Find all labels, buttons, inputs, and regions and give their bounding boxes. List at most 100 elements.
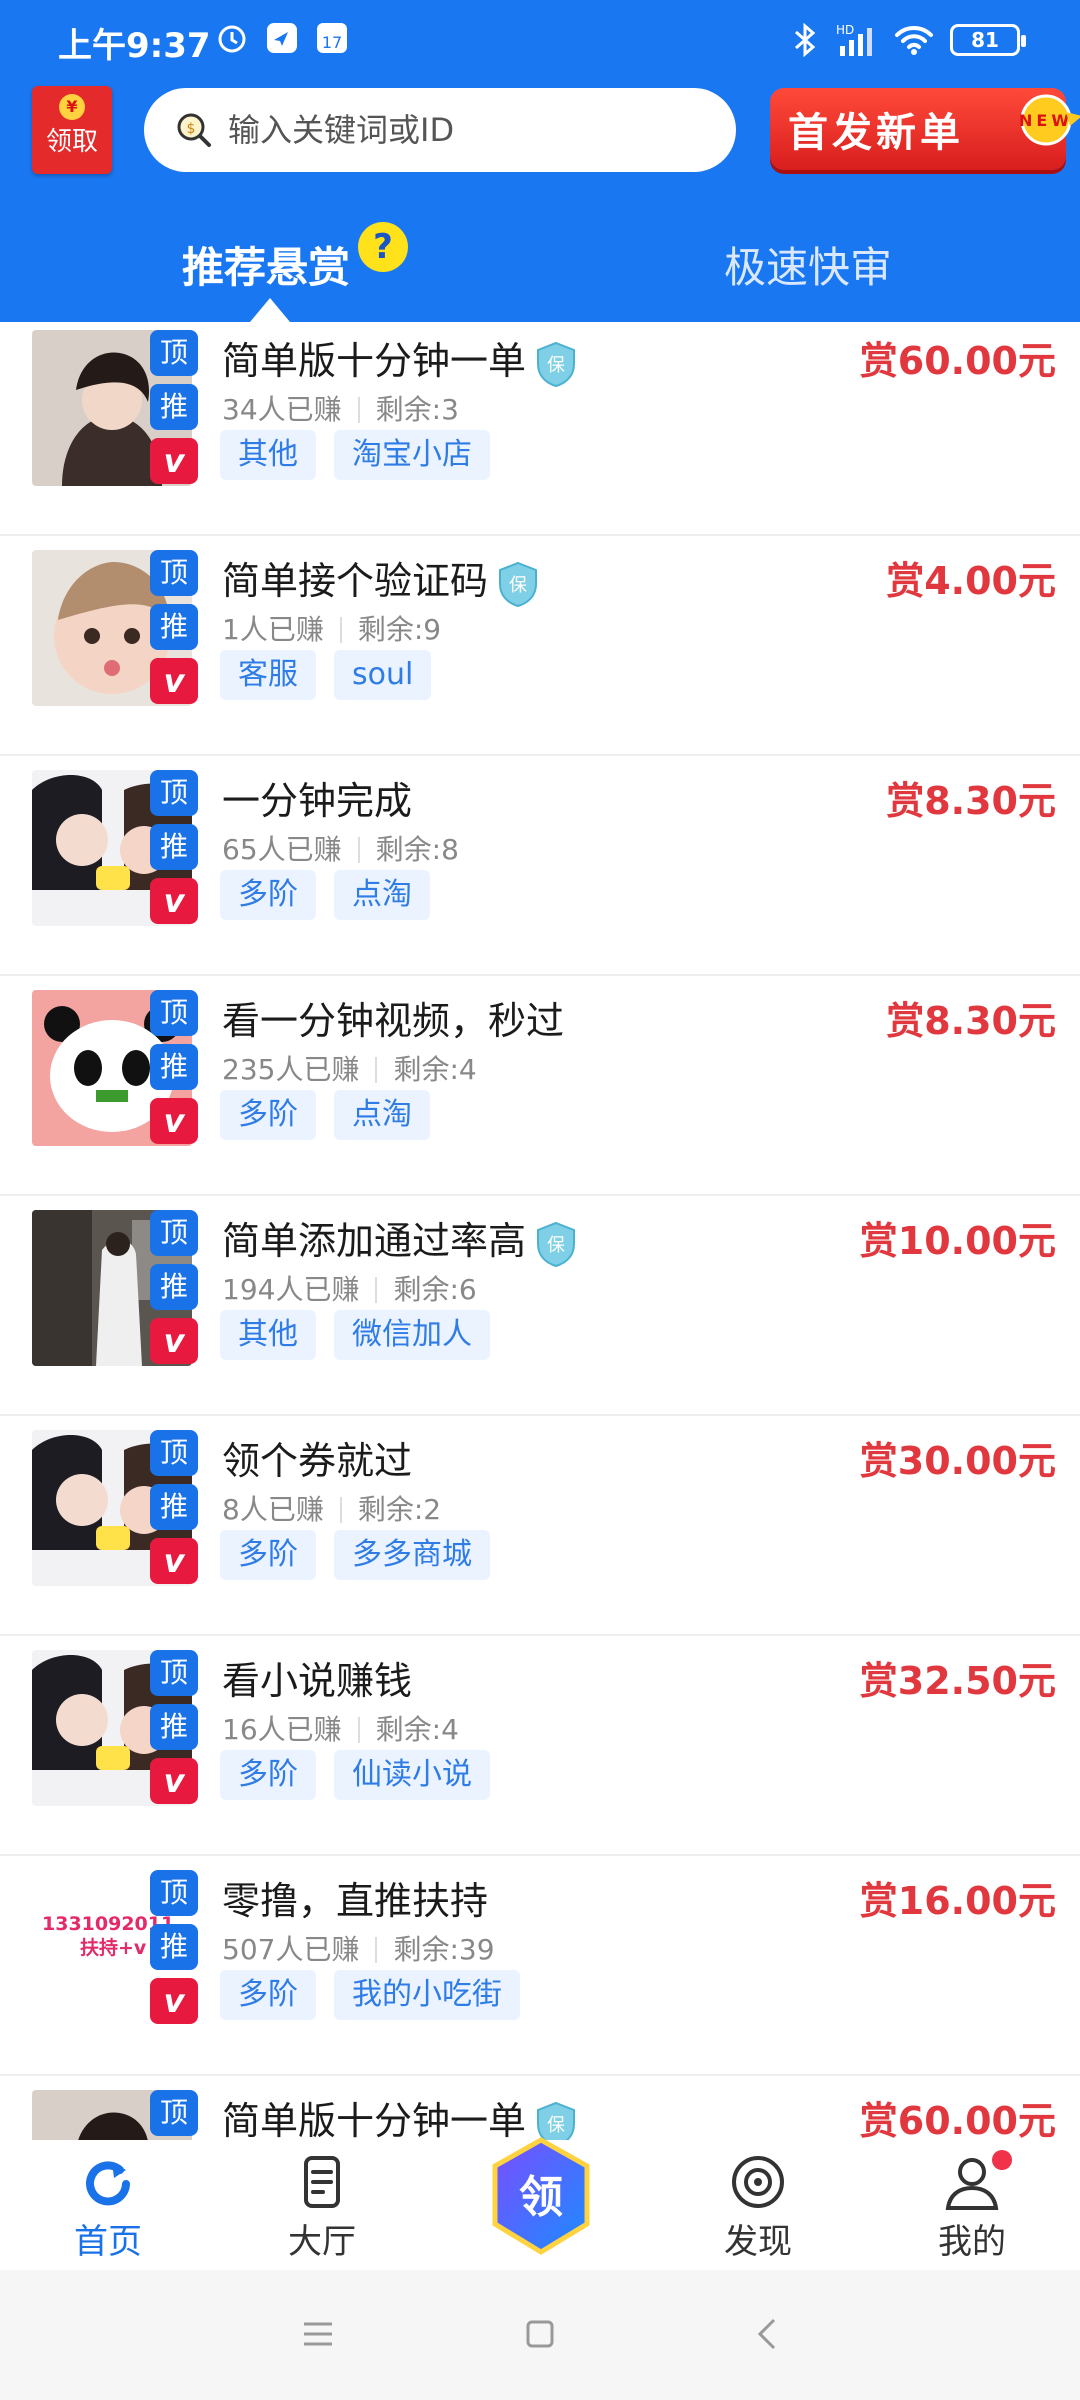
svg-text:保: 保: [547, 1235, 565, 1256]
help-icon[interactable]: ?: [358, 222, 408, 272]
task-tag: 仙读小说: [334, 1750, 490, 1800]
task-meta: 65人已赚 剩余:8: [222, 828, 459, 868]
svg-text:保: 保: [547, 355, 565, 376]
red-packet-button[interactable]: ¥ 领取: [32, 86, 112, 174]
calendar-icon: 17: [317, 23, 347, 53]
task-title: 一分钟完成: [222, 779, 413, 823]
task-tag: 多多商城: [334, 1530, 490, 1580]
task-reward: 赏60.00元: [859, 2099, 1056, 2140]
task-tags: 其他 微信加人: [220, 1310, 490, 1360]
earned-count: 235人已赚: [222, 1053, 360, 1086]
bluetooth-icon: [795, 23, 816, 57]
task-title: 简单版十分钟一单: [222, 339, 527, 383]
system-nav-bar: [0, 2270, 1080, 2400]
task-title: 简单版十分钟一单: [222, 2099, 527, 2140]
search-bar[interactable]: $: [144, 88, 736, 172]
claim-center-button[interactable]: 领: [486, 2136, 596, 2256]
v-badge: v: [150, 658, 198, 704]
recommend-badge: 推: [150, 824, 198, 870]
tab-bar-top: 推荐悬赏 ? 极速快审: [0, 222, 1080, 322]
status-icons: HD 81: [792, 20, 1026, 60]
tab-hall-label: 大厅: [288, 2222, 356, 2262]
task-item[interactable]: 顶推 v 简单接个验证码保 1人已赚 剩余:9 客服 soul 赏4.00元: [0, 536, 1080, 756]
task-item[interactable]: 顶推 v 看一分钟视频，秒过 235人已赚 剩余:4 多阶 点淘 赏8.30元: [0, 976, 1080, 1196]
earned-count: 8人已赚: [222, 1493, 324, 1526]
task-meta: 194人已赚 剩余:6: [222, 1268, 477, 1308]
earned-count: 507人已赚: [222, 1933, 360, 1966]
task-item[interactable]: 顶推v简单版十分钟一单保赏60.00元: [0, 2076, 1080, 2140]
task-item[interactable]: 顶推 v 领个券就过 8人已赚 剩余:2 多阶 多多商城 赏30.00元: [0, 1416, 1080, 1636]
menu-icon[interactable]: [298, 2314, 338, 2354]
meta-divider: [357, 397, 360, 423]
task-item[interactable]: 1331092011 扶持+v 顶推 v 零撸，直推扶持 507人已赚 剩余:39 多阶 我的小…: [0, 1856, 1080, 2076]
search-input[interactable]: [228, 111, 708, 149]
meta-divider: [375, 1057, 378, 1083]
v-badge: v: [150, 1538, 198, 1584]
task-meta: 1人已赚 剩余:9: [222, 608, 441, 648]
v-badge: v: [150, 1318, 198, 1364]
task-title: 看一分钟视频，秒过: [222, 999, 565, 1043]
remaining-count: 剩余:3: [375, 393, 459, 426]
task-tags: 多阶 仙读小说: [220, 1750, 490, 1800]
recommend-badge: 推: [150, 1044, 198, 1090]
back-icon[interactable]: [748, 2314, 788, 2354]
meta-divider: [339, 1497, 342, 1523]
task-tag: 其他: [220, 430, 316, 480]
meta-divider: [357, 1717, 360, 1743]
first-release-label: 首发新单: [788, 110, 964, 156]
home-square-icon[interactable]: [520, 2314, 560, 2354]
task-item[interactable]: 顶推 v 简单版十分钟一单保 34人已赚 剩余:3 其他 淘宝小店 赏60.00元: [0, 322, 1080, 536]
tab-home[interactable]: 首页: [48, 2154, 168, 2263]
recommend-badge: 推: [150, 604, 198, 650]
document-icon: [304, 2156, 340, 2208]
task-tag: 多阶: [220, 870, 316, 920]
svg-text:$: $: [187, 121, 196, 137]
task-tag: soul: [334, 650, 432, 700]
task-tag: 我的小吃街: [334, 1970, 520, 2020]
task-tags: 多阶 我的小吃街: [220, 1970, 520, 2020]
tab-discover[interactable]: 发现: [698, 2154, 818, 2263]
task-title: 简单添加通过率高: [222, 1219, 527, 1263]
task-item[interactable]: 顶推 v 一分钟完成 65人已赚 剩余:8 多阶 点淘 赏8.30元: [0, 756, 1080, 976]
task-item[interactable]: 顶推 v 看小说赚钱 16人已赚 剩余:4 多阶 仙读小说 赏32.50元: [0, 1636, 1080, 1856]
remaining-count: 剩余:4: [375, 1713, 459, 1746]
task-tag: 点淘: [334, 870, 430, 920]
task-reward: 赏8.30元: [886, 779, 1056, 823]
guarantee-shield-icon: 保: [537, 1221, 576, 1267]
top-badge: 顶: [150, 1870, 198, 1916]
earned-count: 1人已赚: [222, 613, 324, 646]
remaining-count: 剩余:8: [375, 833, 459, 866]
task-item[interactable]: 顶推 v 简单添加通过率高保 194人已赚 剩余:6 其他 微信加人 赏10.00元: [0, 1196, 1080, 1416]
task-reward: 赏10.00元: [859, 1219, 1056, 1263]
task-tags: 多阶 点淘: [220, 870, 430, 920]
task-title-row: 领个券就过: [222, 1430, 412, 1485]
status-bar: 上午9:37 17 HD 81: [0, 0, 1080, 82]
top-badge: 顶: [150, 550, 198, 596]
first-release-button[interactable]: 首发新单 NEW: [770, 88, 1080, 170]
task-tag: 淘宝小店: [334, 430, 490, 480]
tab-discover-label: 发现: [724, 2222, 792, 2262]
v-badge: v: [150, 1978, 198, 2024]
meta-divider: [375, 1277, 378, 1303]
remaining-count: 剩余:2: [357, 1493, 442, 1526]
task-tags: 客服 soul: [220, 650, 432, 700]
v-badge: v: [150, 1098, 198, 1144]
task-tag: 多阶: [220, 1970, 316, 2020]
task-meta: 8人已赚 剩余:2: [222, 1488, 441, 1528]
remaining-count: 剩余:4: [393, 1053, 477, 1086]
task-title-row: 简单添加通过率高保: [222, 1210, 578, 1267]
task-list: 顶推 v 简单版十分钟一单保 34人已赚 剩余:3 其他 淘宝小店 赏60.00元顶推 v 简单接…: [0, 322, 1080, 2140]
svg-text:保: 保: [547, 2115, 565, 2136]
tab-hall[interactable]: 大厅: [262, 2154, 382, 2263]
task-tag: 多阶: [220, 1750, 316, 1800]
tab-recommended[interactable]: 推荐悬赏: [182, 234, 350, 295]
task-reward: 赏32.50元: [859, 1659, 1056, 1703]
tab-mine[interactable]: 我的: [912, 2154, 1032, 2263]
svg-text:17: 17: [322, 33, 342, 52]
top-badge: 顶: [150, 2090, 198, 2136]
task-title-row: 一分钟完成: [222, 770, 412, 825]
task-reward: 赏60.00元: [859, 339, 1056, 383]
tab-fast-review[interactable]: 极速快审: [724, 234, 892, 295]
v-badge: v: [150, 438, 198, 484]
recommend-badge: 推: [150, 384, 198, 430]
